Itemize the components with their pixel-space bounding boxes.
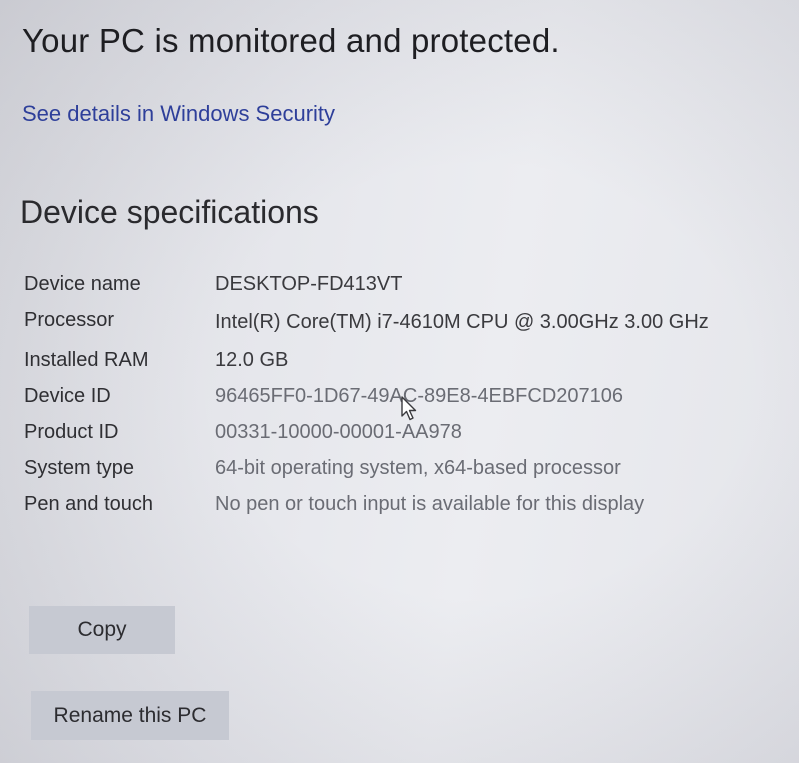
spec-value: 96465FF0-1D67-49AC-89E8-4EBFCD207106: [215, 385, 624, 407]
spec-label: System type: [24, 457, 135, 479]
spec-row-installed-ram: Installed RAM 12.0 GB: [24, 342, 744, 378]
windows-security-link[interactable]: See details in Windows Security: [22, 101, 335, 127]
spec-row-processor: Processor Intel(R) Core(TM) i7-4610M CPU…: [24, 302, 744, 342]
spec-label: Installed RAM: [24, 349, 149, 371]
spec-value: DESKTOP-FD413VT: [215, 273, 403, 295]
mouse-pointer-icon: [401, 396, 417, 421]
spec-value: 12.0 GB: [215, 349, 289, 371]
spec-row-device-id: Device ID 96465FF0-1D67-49AC-89E8-4EBFCD…: [24, 378, 744, 414]
spec-row-product-id: Product ID 00331-10000-00001-AA978: [24, 414, 744, 450]
spec-value: No pen or touch input is available for t…: [215, 493, 645, 515]
spec-label: Product ID: [24, 421, 119, 443]
spec-label: Device name: [24, 273, 141, 295]
spec-row-device-name: Device name DESKTOP-FD413VT: [24, 266, 744, 302]
copy-button[interactable]: Copy: [29, 606, 175, 654]
device-specifications-table: Device name DESKTOP-FD413VT Processor In…: [24, 266, 744, 522]
protection-status-title: Your PC is monitored and protected.: [22, 22, 560, 59]
spec-label: Pen and touch: [24, 493, 153, 515]
spec-label: Device ID: [24, 385, 111, 407]
spec-value: Intel(R) Core(TM) i7-4610M CPU @ 3.00GHz…: [215, 311, 709, 333]
spec-value: 64-bit operating system, x64-based proce…: [215, 457, 621, 479]
rename-pc-button[interactable]: Rename this PC: [31, 691, 229, 740]
spec-row-system-type: System type 64-bit operating system, x64…: [24, 450, 744, 486]
spec-row-pen-and-touch: Pen and touch No pen or touch input is a…: [24, 486, 744, 522]
spec-value: 00331-10000-00001-AA978: [215, 421, 462, 443]
spec-label: Processor: [24, 309, 115, 331]
device-specifications-heading: Device specifications: [20, 194, 319, 230]
